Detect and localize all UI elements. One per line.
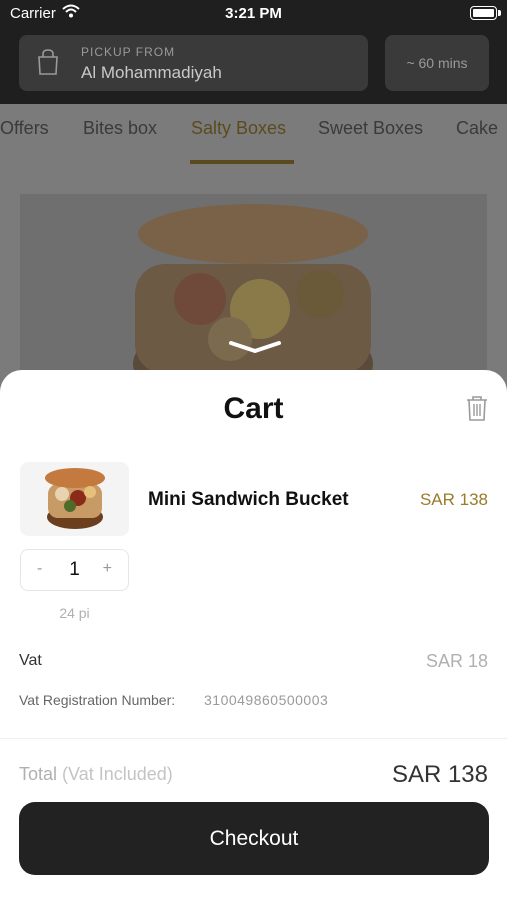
category-tabs: Offers Bites box Salty Boxes Sweet Boxes… [0, 104, 507, 166]
eta-badge[interactable]: ~ 60 mins [385, 35, 489, 91]
quantity-stepper: - 1 + [20, 549, 129, 591]
clock: 3:21 PM [225, 5, 282, 22]
item-unit: 24 pi [59, 605, 90, 621]
tab-cake[interactable]: Cake [456, 118, 498, 139]
vat-registration-number: 310049860500003 [204, 692, 329, 708]
status-bar: Carrier 3:21 PM [0, 0, 507, 28]
cart-title: Cart [223, 392, 284, 425]
cart-item-price: SAR 138 [419, 490, 488, 509]
total-label-text: Total [19, 764, 58, 784]
cart-sheet: Cart Mini Sandwich Bucket SAR 138 - 1 + … [0, 370, 507, 900]
cart-item-image [20, 462, 129, 536]
total-vat-note: (Vat Included) [62, 764, 173, 784]
pickup-location: Al Mohammadiyah [81, 63, 222, 82]
vat-value: SAR 18 [425, 651, 488, 671]
tab-offers[interactable]: Offers [0, 118, 49, 139]
vat-registration-label: Vat Registration Number: [19, 692, 176, 708]
tab-sweet-boxes[interactable]: Sweet Boxes [318, 118, 423, 139]
checkout-button[interactable]: Checkout [19, 802, 489, 875]
tab-bites-box[interactable]: Bites box [83, 118, 157, 139]
vat-label: Vat [19, 652, 42, 669]
active-tab-indicator [190, 160, 294, 164]
cart-item-name: Mini Sandwich Bucket [148, 489, 349, 510]
pickup-location-selector[interactable]: PICKUP FROM Al Mohammadiyah [19, 35, 368, 91]
tab-salty-boxes[interactable]: Salty Boxes [191, 118, 286, 139]
battery-icon [470, 6, 501, 20]
total-label: Total (Vat Included) [19, 764, 173, 785]
increase-quantity-button[interactable]: + [103, 560, 112, 578]
divider [0, 738, 507, 739]
trash-icon[interactable] [465, 395, 489, 421]
chevron-down-icon[interactable] [228, 340, 282, 354]
shopping-bag-icon [38, 49, 58, 75]
top-bar: PICKUP FROM Al Mohammadiyah ~ 60 mins [0, 28, 507, 104]
total-value: SAR 138 [391, 761, 488, 788]
pickup-label: PICKUP FROM [81, 45, 176, 59]
